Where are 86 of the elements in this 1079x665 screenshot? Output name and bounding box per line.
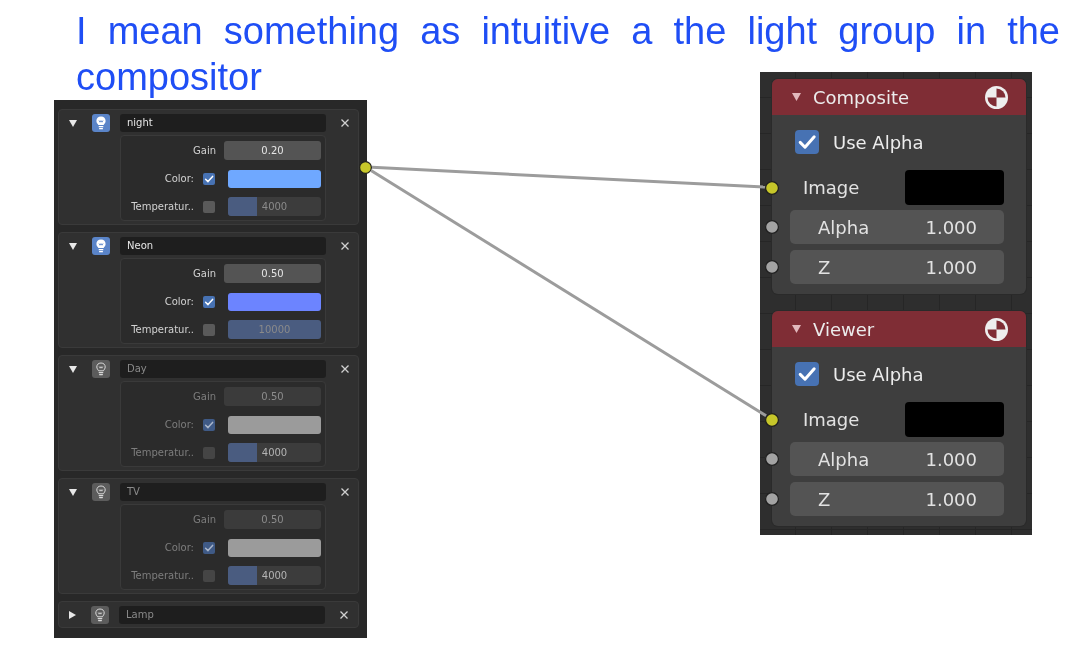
socket-icon[interactable]	[359, 160, 372, 174]
socket-icon[interactable]	[765, 220, 779, 234]
name-field[interactable]: Neon	[120, 237, 326, 255]
triangle-down-icon[interactable]	[69, 242, 77, 250]
gain-label: Gain	[193, 267, 216, 281]
lightbulb-icon[interactable]	[92, 237, 110, 255]
color-swatch[interactable]	[228, 415, 321, 434]
field-value: 1.000	[925, 215, 977, 240]
temperature-label: Temperatur..	[131, 569, 194, 583]
socket-icon[interactable]	[765, 180, 779, 195]
name-field[interactable]: night	[120, 114, 326, 132]
use-alpha-checkbox[interactable]	[795, 130, 819, 154]
quartered-circle-icon	[984, 316, 1009, 342]
checkbox[interactable]	[203, 295, 215, 308]
color-swatch[interactable]	[228, 169, 321, 188]
close-icon[interactable]	[341, 242, 349, 250]
close-icon[interactable]	[341, 365, 349, 373]
image-color-field[interactable]	[905, 170, 1004, 205]
temperature-slider[interactable]: 4000	[228, 197, 321, 216]
temperature-slider[interactable]: 4000	[228, 566, 321, 585]
close-icon[interactable]	[341, 119, 349, 127]
gain-label: Gain	[193, 144, 216, 158]
value-field[interactable]: Alpha 1.000	[790, 210, 1004, 244]
value-field[interactable]: Z 1.000	[790, 482, 1004, 516]
temperature-slider[interactable]: 4000	[228, 443, 321, 462]
checkbox[interactable]	[203, 418, 215, 431]
color-label: Color:	[164, 172, 194, 186]
checkbox[interactable]	[203, 446, 215, 459]
lightbulb-icon[interactable]	[92, 114, 110, 132]
name-field[interactable]: Day	[120, 360, 326, 378]
field-value: 1.000	[925, 255, 977, 280]
image-color-field[interactable]	[905, 402, 1004, 437]
gain-field[interactable]: 0.50	[224, 387, 321, 406]
temperature-label: Temperatur..	[131, 200, 194, 214]
socket-icon[interactable]	[765, 452, 779, 466]
socket-icon[interactable]	[765, 492, 779, 506]
node-title: Composite	[813, 85, 911, 110]
triangle-down-icon[interactable]	[69, 119, 77, 127]
gain-label: Gain	[193, 513, 216, 527]
field-value: 1.000	[925, 447, 977, 472]
lightbulb-icon[interactable]	[92, 360, 110, 378]
name-field[interactable]: TV	[120, 483, 326, 501]
checkbox[interactable]	[203, 172, 215, 185]
field-label: Z	[818, 255, 831, 280]
checkbox[interactable]	[203, 569, 215, 582]
caption-text: I mean something as intuitive a the light group in the	[76, 9, 1060, 54]
temperature-label: Temperatur..	[131, 323, 194, 337]
checkbox[interactable]	[203, 323, 215, 336]
caption-text: compositor	[76, 55, 262, 100]
name-field[interactable]: Lamp	[119, 606, 325, 624]
lightbulb-icon[interactable]	[91, 606, 109, 624]
gain-field[interactable]: 0.50	[224, 264, 321, 283]
value-field[interactable]: Alpha 1.000	[790, 442, 1004, 476]
color-label: Color:	[164, 541, 194, 555]
checkbox[interactable]	[203, 200, 215, 213]
checkbox-label: Use Alpha	[833, 362, 924, 387]
color-swatch[interactable]	[228, 538, 321, 557]
value-field[interactable]: Z 1.000	[790, 250, 1004, 284]
lightbulb-icon[interactable]	[92, 483, 110, 501]
triangle-down-icon[interactable]	[792, 93, 801, 101]
node-title: Viewer	[813, 317, 876, 342]
checkbox-label: Use Alpha	[833, 130, 924, 155]
color-label: Color:	[164, 418, 194, 432]
triangle-right-icon[interactable]	[69, 611, 76, 619]
use-alpha-checkbox[interactable]	[795, 362, 819, 386]
gain-label: Gain	[193, 390, 216, 404]
triangle-down-icon[interactable]	[792, 325, 801, 333]
socket-label: Image	[803, 408, 861, 432]
field-label: Z	[818, 487, 831, 512]
field-label: Alpha	[818, 215, 870, 240]
socket-label: Image	[803, 176, 861, 200]
gain-field[interactable]: 0.50	[224, 510, 321, 529]
socket-icon[interactable]	[765, 260, 779, 274]
temperature-label: Temperatur..	[131, 446, 194, 460]
quartered-circle-icon	[984, 84, 1009, 110]
checkbox[interactable]	[203, 541, 215, 554]
triangle-down-icon[interactable]	[69, 365, 77, 373]
socket-icon[interactable]	[765, 412, 779, 427]
color-swatch[interactable]	[228, 292, 321, 311]
close-icon[interactable]	[340, 611, 348, 619]
close-icon[interactable]	[341, 488, 349, 496]
triangle-down-icon[interactable]	[69, 488, 77, 496]
gain-field[interactable]: 0.20	[224, 141, 321, 160]
field-label: Alpha	[818, 447, 870, 472]
field-value: 1.000	[925, 487, 977, 512]
color-label: Color:	[164, 295, 194, 309]
